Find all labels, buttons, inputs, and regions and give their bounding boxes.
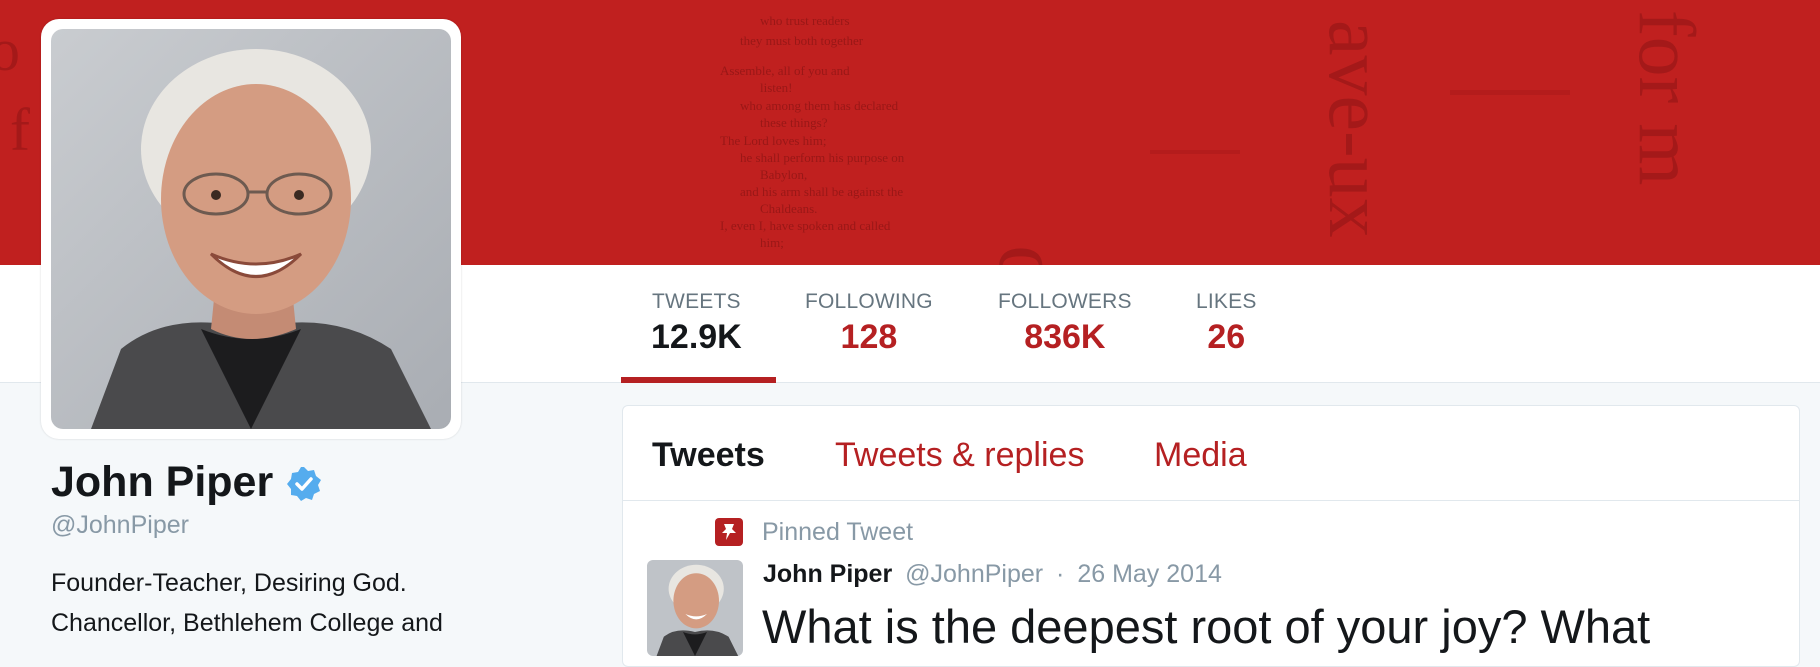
tab-tweets-and-replies[interactable]: Tweets & replies — [835, 436, 1084, 475]
stat-following[interactable]: FOLLOWING 128 — [805, 290, 933, 357]
tweet-text: What is the deepest root of your joy? Wh… — [762, 600, 1651, 653]
svg-text:these things?: these things? — [760, 115, 828, 130]
svg-text:Babylon,: Babylon, — [760, 167, 807, 182]
stat-value: 12.9K — [651, 318, 742, 356]
profile-name: John Piper — [51, 458, 274, 506]
tab-media[interactable]: Media — [1154, 436, 1247, 475]
stat-value: 26 — [1207, 318, 1246, 356]
stat-likes[interactable]: LIKES 26 — [1196, 290, 1257, 357]
stat-label: FOLLOWERS — [998, 290, 1132, 313]
svg-text:The Lord loves him;: The Lord loves him; — [720, 133, 827, 148]
stat-value: 836K — [1024, 318, 1106, 356]
svg-text:o: o — [0, 17, 20, 83]
svg-text:him;: him; — [760, 235, 784, 250]
bio-line: Chancellor, Bethlehem College and — [51, 609, 443, 637]
tab-tweets[interactable]: Tweets — [652, 436, 765, 475]
svg-text:f: f — [10, 97, 30, 163]
timeline-tabs: Tweets Tweets & replies Media — [623, 406, 1799, 501]
svg-text:for m: for m — [1622, 10, 1710, 186]
stat-value: 128 — [840, 318, 898, 356]
active-stat-underline — [621, 377, 776, 383]
svg-text:of giv: of giv — [980, 245, 1079, 265]
stat-followers[interactable]: FOLLOWERS 836K — [998, 290, 1132, 357]
bio-line: Founder-Teacher, Desiring God. — [51, 569, 407, 597]
tweet-date[interactable]: 26 May 2014 — [1077, 560, 1222, 588]
svg-text:and his arm shall be against t: and his arm shall be against the — [740, 184, 903, 199]
avatar[interactable] — [51, 29, 451, 429]
stat-tweets[interactable]: TWEETS 12.9K — [651, 290, 742, 357]
profile-avatar-frame[interactable] — [41, 19, 461, 439]
svg-text:who among them has declared: who among them has declared — [740, 98, 899, 113]
tweet-author-handle[interactable]: @JohnPiper — [905, 560, 1043, 588]
tweet-author-name[interactable]: John Piper — [763, 560, 892, 588]
tweet-header: John Piper @JohnPiper · 26 May 2014 — [763, 560, 1222, 589]
pin-icon — [715, 518, 743, 546]
svg-text:who trust readers: who trust readers — [760, 13, 850, 28]
profile-bio: Founder-Teacher, Desiring God. Chancello… — [51, 563, 571, 643]
profile-handle[interactable]: @JohnPiper — [51, 511, 189, 540]
tweet-avatar[interactable] — [647, 560, 743, 656]
svg-text:they must both together: they must both together — [740, 33, 864, 48]
svg-text:listen!: listen! — [760, 80, 793, 95]
stat-label: FOLLOWING — [805, 290, 933, 313]
svg-text:ave-ux: ave-ux — [1312, 20, 1400, 238]
timeline-card: Tweets Tweets & replies Media Pinned Twe… — [622, 405, 1800, 667]
svg-text:he shall perform his purpose o: he shall perform his purpose on — [740, 150, 905, 165]
svg-text:Assemble, all of you and: Assemble, all of you and — [720, 63, 850, 78]
verified-badge-icon — [287, 467, 321, 501]
stat-label: TWEETS — [652, 290, 741, 313]
tweet-separator: · — [1056, 560, 1065, 588]
svg-text:I, even I, have spoken and cal: I, even I, have spoken and called — [720, 218, 891, 233]
pinned-tweet-label: Pinned Tweet — [762, 518, 914, 546]
stat-label: LIKES — [1196, 290, 1257, 313]
svg-text:Chaldeans.: Chaldeans. — [760, 201, 817, 216]
